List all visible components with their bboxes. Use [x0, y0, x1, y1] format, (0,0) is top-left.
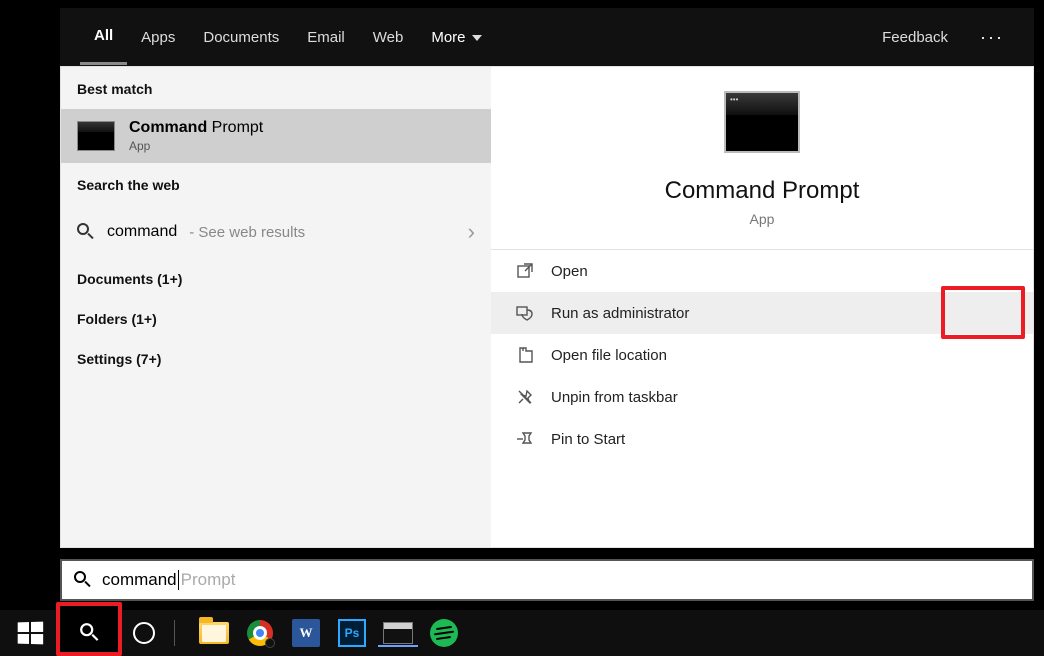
- best-match-header: Best match: [61, 67, 491, 109]
- action-unpin-from-taskbar[interactable]: Unpin from taskbar: [491, 376, 1033, 418]
- best-match-subtitle: App: [129, 139, 263, 153]
- search-filter-tabs: All Apps Documents Email Web More Feedba…: [60, 8, 1034, 66]
- shield-icon: [515, 303, 535, 323]
- tab-documents[interactable]: Documents: [189, 11, 293, 64]
- unpin-icon: [515, 387, 535, 407]
- detail-title: Command Prompt: [665, 177, 860, 205]
- terminal-icon: [383, 622, 413, 644]
- tab-apps[interactable]: Apps: [127, 11, 189, 64]
- group-documents[interactable]: Documents (1+): [61, 259, 491, 299]
- action-open[interactable]: Open: [491, 250, 1033, 292]
- tab-all[interactable]: All: [80, 9, 127, 65]
- tab-email[interactable]: Email: [293, 11, 359, 64]
- action-open-loc-label: Open file location: [551, 347, 667, 364]
- taskbar-app-spotify[interactable]: [429, 618, 459, 648]
- taskbar-search-button[interactable]: [60, 610, 120, 656]
- pin-icon: [515, 429, 535, 449]
- tab-more-label: More: [431, 29, 465, 46]
- taskbar-separator: [174, 620, 175, 646]
- group-folders[interactable]: Folders (1+): [61, 299, 491, 339]
- chevron-right-icon: ›: [468, 219, 475, 245]
- action-open-label: Open: [551, 263, 588, 280]
- word-icon: W: [292, 619, 320, 647]
- search-input[interactable]: commandPrompt: [60, 559, 1034, 601]
- file-explorer-icon: [199, 622, 229, 644]
- photoshop-icon: Ps: [338, 619, 366, 647]
- action-run-as-administrator[interactable]: Run as administrator: [491, 292, 1033, 334]
- open-icon: [515, 261, 535, 281]
- cortana-button[interactable]: [120, 610, 168, 656]
- taskbar-app-photoshop[interactable]: Ps: [337, 618, 367, 648]
- results-list-pane: Best match Command Prompt App Search the…: [61, 67, 491, 547]
- action-run-admin-label: Run as administrator: [551, 305, 689, 322]
- action-open-file-location[interactable]: Open file location: [491, 334, 1033, 376]
- result-detail-pane: ••• Command Prompt App Open Run: [491, 67, 1033, 547]
- taskbar-app-file-explorer[interactable]: [199, 618, 229, 648]
- folder-icon: [515, 345, 535, 365]
- command-prompt-large-icon: •••: [724, 91, 800, 153]
- action-pin-to-start[interactable]: Pin to Start: [491, 418, 1033, 460]
- chevron-down-icon: [472, 35, 482, 41]
- search-icon: [80, 623, 100, 643]
- active-app-indicator: [378, 645, 418, 647]
- search-icon: [74, 571, 92, 589]
- action-pin-start-label: Pin to Start: [551, 431, 625, 448]
- taskbar-app-word[interactable]: W: [291, 618, 321, 648]
- tab-more[interactable]: More: [417, 11, 495, 64]
- search-results-panel: Best match Command Prompt App Search the…: [60, 66, 1034, 548]
- more-options-button[interactable]: ···: [970, 17, 1014, 58]
- web-result-row[interactable]: command - See web results ›: [61, 205, 491, 259]
- spotify-icon: [430, 619, 458, 647]
- search-web-header: Search the web: [61, 163, 491, 205]
- best-match-title: Command Prompt: [129, 119, 263, 137]
- taskbar-app-chrome[interactable]: [245, 618, 275, 648]
- tab-web[interactable]: Web: [359, 11, 418, 64]
- detail-subtitle: App: [750, 211, 775, 227]
- best-match-result[interactable]: Command Prompt App: [61, 109, 491, 163]
- search-icon: [77, 223, 95, 241]
- chrome-icon: [247, 620, 273, 646]
- search-input-value: commandPrompt: [102, 570, 235, 590]
- web-term: command: [107, 223, 177, 241]
- command-prompt-icon: [77, 121, 115, 151]
- action-list: Open Run as administrator Open: [491, 250, 1033, 460]
- windows-logo-icon: [18, 622, 43, 645]
- web-hint: - See web results: [189, 224, 305, 241]
- group-settings[interactable]: Settings (7+): [61, 339, 491, 379]
- cortana-icon: [133, 622, 155, 644]
- feedback-link[interactable]: Feedback: [878, 11, 952, 64]
- action-unpin-label: Unpin from taskbar: [551, 389, 678, 406]
- taskbar: W Ps: [0, 610, 1044, 656]
- taskbar-app-terminal[interactable]: [383, 618, 413, 648]
- start-button[interactable]: [0, 610, 60, 656]
